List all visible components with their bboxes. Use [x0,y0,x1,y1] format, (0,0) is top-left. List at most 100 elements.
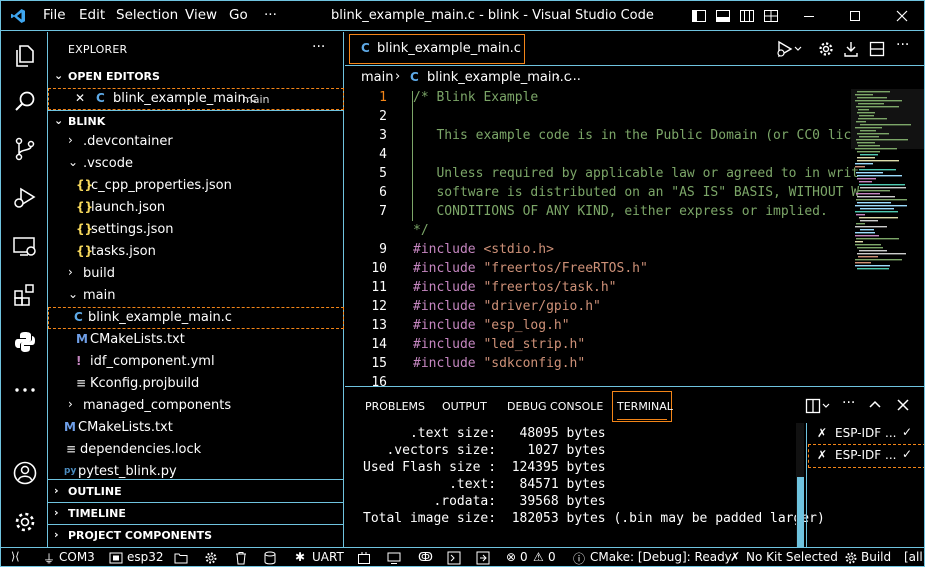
code-editor[interactable]: 1 /* Blink Example 2 3 This example code is… [345,89,859,390]
tree-folder[interactable]: › build [48,263,344,285]
tree-file[interactable]: {} tasks.json [48,241,344,263]
run-menu-icon[interactable] [776,40,802,58]
toggle-panel-icon[interactable] [715,8,731,24]
tree-folder[interactable]: › managed_components [48,395,344,417]
open-editor-item[interactable]: ✕ C blink_example_main.c main [48,88,344,110]
python-icon[interactable] [12,329,38,355]
trash-icon[interactable] [234,551,248,565]
error-count[interactable]: 0 [520,550,528,564]
gear-icon[interactable] [817,40,835,58]
cmake-file-icon: M [76,332,88,346]
minimap-line [860,220,878,222]
build-target[interactable]: [all] [904,550,924,564]
breadcrumb-file[interactable]: blink_example_main.c [427,70,571,85]
gear-icon[interactable] [204,551,218,565]
tab-problems[interactable]: PROBLEMS [365,400,425,413]
database-icon[interactable] [263,551,277,565]
extensions-icon[interactable] [12,282,38,308]
breadcrumb-symbols[interactable]: › ... [555,69,581,84]
tree-file[interactable]: ≡ dependencies.lock [48,439,344,461]
maximize-icon[interactable] [847,8,863,24]
panel-more-button[interactable]: ··· [842,395,855,411]
close-panel-icon[interactable] [896,398,910,412]
flash-icon[interactable] [842,40,860,58]
project-components-header[interactable]: › PROJECT COMPONENTS [48,525,344,547]
port-indicator[interactable]: COM3 [59,550,95,564]
tree-file[interactable]: {} launch.json [48,197,344,219]
customize-layout-icon[interactable] [763,8,779,24]
menu-selection[interactable]: Selection [116,7,178,23]
code-token: This example code is in the Public Domai… [413,128,860,143]
manage-gear-icon[interactable] [12,509,38,535]
account-icon[interactable] [12,460,38,486]
open-in-terminal-icon[interactable] [476,551,490,565]
tab-debug-console[interactable]: DEBUG CONSOLE [507,400,603,413]
tree-file[interactable]: ≡ Kconfig.projbuild [48,373,344,395]
tree-file[interactable]: ! idf_component.yml [48,351,344,373]
search-icon[interactable] [12,89,38,115]
cmake-status[interactable]: CMake: [Debug]: Ready [590,550,732,564]
open-editors-header[interactable]: ⌄ OPEN EDITORS [48,66,344,88]
build-button[interactable]: Build [861,550,891,564]
tree-folder[interactable]: › .devcontainer [48,131,344,153]
run-debug-icon[interactable] [12,185,38,211]
vscode-window: File Edit Selection View Go ··· blink_ex… [0,0,925,567]
warning-count[interactable]: 0 [548,550,556,564]
maximize-panel-icon[interactable] [868,398,882,412]
terminal-output[interactable]: .text size: 48095 bytes .vectors size: 1… [363,425,825,527]
open-editor-folder: main [242,93,270,106]
minimap-line [855,244,881,246]
tree-item-label: blink_example_main.c [88,310,232,325]
project-header[interactable]: ⌄ BLINK [48,111,344,133]
tree-folder[interactable]: ⌄ main [48,285,344,307]
close-editor-icon[interactable]: ✕ [75,91,85,105]
breadcrumb-folder[interactable]: main [361,70,393,85]
terminal-instance[interactable]: ✗ ESP-IDF ... ✓ [809,423,924,445]
tab-terminal[interactable]: TERMINAL [612,391,673,422]
menu-edit[interactable]: Edit [79,7,105,23]
folder-icon[interactable] [174,552,188,564]
minimap[interactable] [851,89,924,385]
terminal-layout-icon[interactable] [805,398,833,414]
tree-file[interactable]: {} c_cpp_properties.json [48,175,344,197]
remote-explorer-icon[interactable] [12,234,38,260]
tab-output[interactable]: OUTPUT [442,400,487,413]
code-line: software is distributed on an "AS IS" BA… [413,185,859,200]
split-editor-icon[interactable] [868,40,886,58]
remote-indicator-icon[interactable]: ⟩⟨ [11,550,20,563]
menu-more[interactable]: ··· [264,7,277,23]
tree-file[interactable]: Cblink_example_main.c [48,307,344,329]
source-control-icon[interactable] [12,136,38,162]
flame-icon[interactable]: ↂ [418,550,433,564]
more-icon[interactable] [12,377,38,403]
toggle-secondary-sidebar-icon[interactable] [739,8,755,24]
menu-file[interactable]: File [43,7,66,23]
tree-folder[interactable]: ⌄ .vscode [48,153,344,175]
close-window-icon[interactable] [894,8,910,24]
terminal-scrollbar[interactable] [796,423,804,548]
uart-indicator[interactable]: UART [312,550,344,564]
toggle-primary-sidebar-icon[interactable] [691,8,707,24]
outline-label: OUTLINE [68,485,122,498]
menu-go[interactable]: Go [229,7,248,23]
tree-file[interactable]: M CMakeLists.txt [48,417,344,439]
tree-file[interactable]: {} settings.json [48,219,344,241]
terminal-instance[interactable]: ✗ ESP-IDF ... ✓ [808,444,924,468]
tree-file[interactable]: M CMakeLists.txt [48,329,344,351]
build-icon[interactable] [357,551,371,565]
terminal-scrollbar-thumb[interactable] [797,477,804,548]
code-token: #include [413,280,484,295]
tab-blink-example-main[interactable]: C blink_example_main.c [349,34,525,64]
explorer-icon[interactable] [12,43,38,69]
timeline-header[interactable]: › TIMELINE [48,503,344,525]
kit-status[interactable]: No Kit Selected [746,550,838,564]
terminal-icon[interactable] [447,551,461,565]
explorer-more-button[interactable]: ··· [312,39,325,55]
outline-header[interactable]: › OUTLINE [48,481,344,503]
terminal-line: Total image size: 182053 bytes (.bin may… [363,511,825,526]
menu-view[interactable]: View [185,7,217,23]
target-indicator[interactable]: esp32 [127,550,164,564]
monitor-icon[interactable] [387,551,401,565]
minimize-icon[interactable] [801,8,817,24]
editor-more-button[interactable]: ··· [896,37,909,53]
